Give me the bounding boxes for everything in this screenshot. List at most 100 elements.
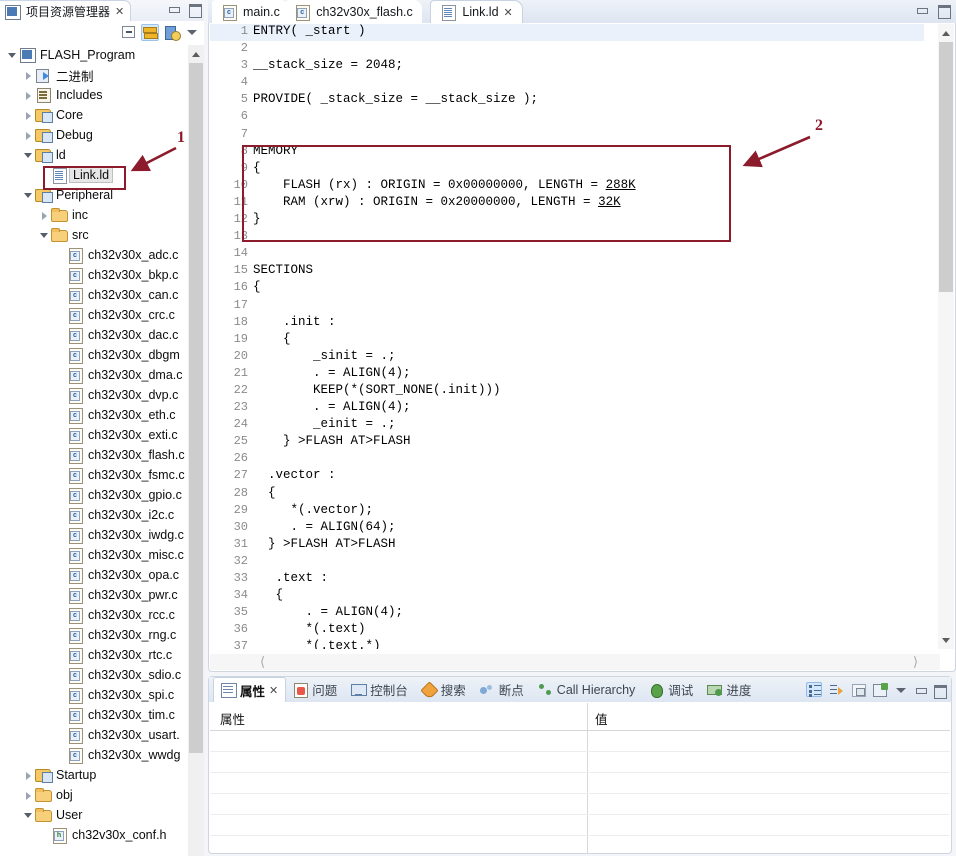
chevron-right-icon[interactable]: [22, 85, 35, 105]
code-line[interactable]: 32: [210, 553, 924, 571]
chevron-down-icon[interactable]: [38, 225, 51, 245]
scroll-thumb[interactable]: [189, 63, 203, 753]
code-line[interactable]: 29 *(.vector);: [210, 502, 924, 520]
code-line[interactable]: 14: [210, 246, 924, 263]
code-line[interactable]: 31 } >FLASH AT>FLASH: [210, 536, 924, 554]
bottom-tab----[interactable]: 控制台: [344, 677, 415, 702]
view-menu-chevron-icon[interactable]: [185, 24, 199, 40]
chevron-down-icon[interactable]: [22, 805, 35, 825]
chevron-right-icon[interactable]: [22, 785, 35, 805]
minimize-icon[interactable]: [167, 3, 180, 15]
tree-item[interactable]: ch32v30x_dvp.c: [0, 385, 204, 405]
tree-item[interactable]: ch32v30x_gpio.c: [0, 485, 204, 505]
tree-item[interactable]: ch32v30x_exti.c: [0, 425, 204, 445]
scroll-up-icon[interactable]: [938, 24, 954, 41]
chevron-right-icon[interactable]: [22, 765, 35, 785]
maximize-icon[interactable]: [933, 684, 947, 699]
editor-vscrollbar[interactable]: [938, 24, 954, 649]
tree-item[interactable]: ch32v30x_misc.c: [0, 545, 204, 565]
properties-table-body[interactable]: [210, 731, 950, 853]
tree-item[interactable]: Debug: [0, 125, 204, 145]
code-line[interactable]: 21 . = ALIGN(4);: [210, 365, 924, 383]
close-icon[interactable]: ✕: [115, 5, 124, 18]
tree-item[interactable]: ch32v30x_dma.c: [0, 365, 204, 385]
code-line[interactable]: 36 *(.text): [210, 622, 924, 639]
scroll-thumb[interactable]: [939, 42, 953, 292]
code-line[interactable]: 37 *(.text.*): [210, 639, 924, 649]
tree-item[interactable]: ch32v30x_spi.c: [0, 685, 204, 705]
table-row[interactable]: [210, 836, 950, 856]
tree-item[interactable]: ch32v30x_fsmc.c: [0, 465, 204, 485]
code-line[interactable]: 24 _einit = .;: [210, 417, 924, 434]
chevron-right-icon[interactable]: [38, 205, 51, 225]
tab-project-explorer[interactable]: 项目资源管理器 ✕: [0, 0, 132, 21]
maximize-icon[interactable]: [188, 3, 202, 18]
bottom-tab---[interactable]: 搜索: [415, 677, 473, 702]
editor-hscrollbar[interactable]: ⟨ ⟩: [210, 654, 940, 670]
code-line[interactable]: 16{: [210, 280, 924, 297]
code-line[interactable]: 5 PROVIDE( _stack_size = __stack_size );: [210, 92, 924, 109]
tree-item[interactable]: obj: [0, 785, 204, 805]
bottom-tab-call-hierarchy[interactable]: Call Hierarchy: [531, 677, 643, 702]
code-line[interactable]: 35 . = ALIGN(4);: [210, 605, 924, 622]
code-line[interactable]: 3 __stack_size = 2048;: [210, 58, 924, 75]
view-menu-icon[interactable]: [163, 24, 181, 41]
tree-item[interactable]: src: [0, 225, 204, 245]
table-row[interactable]: [210, 815, 950, 836]
code-line[interactable]: 4: [210, 75, 924, 92]
scroll-down-icon[interactable]: [938, 632, 954, 649]
scroll-left-icon[interactable]: ⟨: [254, 654, 271, 670]
editor-tab-ch32v30x-flash-c[interactable]: ch32v30x_flash.c: [285, 0, 422, 23]
code-line[interactable]: 19 {: [210, 331, 924, 349]
scroll-up-icon[interactable]: [188, 45, 204, 62]
tree-item[interactable]: ch32v30x_crc.c: [0, 305, 204, 325]
bottom-tab---[interactable]: 调试: [642, 677, 700, 702]
show-categories-icon[interactable]: [806, 682, 822, 697]
minimize-icon[interactable]: [915, 4, 928, 16]
tree-item[interactable]: Includes: [0, 85, 204, 105]
code-line[interactable]: 25 } >FLASH AT>FLASH: [210, 434, 924, 451]
table-row[interactable]: [210, 773, 950, 794]
tree-item[interactable]: inc: [0, 205, 204, 225]
code-line[interactable]: 28 {: [210, 485, 924, 503]
close-icon[interactable]: ✕: [504, 6, 513, 19]
tree-item[interactable]: ch32v30x_eth.c: [0, 405, 204, 425]
tree-item[interactable]: ch32v30x_sdio.c: [0, 665, 204, 685]
tree-item[interactable]: ch32v30x_pwr.c: [0, 585, 204, 605]
chevron-right-icon[interactable]: [22, 125, 35, 145]
tree-item[interactable]: ch32v30x_usart.: [0, 725, 204, 745]
code-line[interactable]: 34 {: [210, 588, 924, 605]
link-with-editor-icon[interactable]: [141, 23, 159, 41]
new-property-icon[interactable]: [872, 682, 888, 697]
tree-item[interactable]: ch32v30x_dac.c: [0, 325, 204, 345]
close-icon[interactable]: ✕: [269, 684, 278, 697]
bottom-tab---[interactable]: 属性 ✕: [213, 677, 287, 702]
table-row[interactable]: [210, 731, 950, 752]
code-line[interactable]: 20 _sinit = .;: [210, 348, 924, 366]
editor-tab-main-c[interactable]: main.c: [212, 0, 289, 23]
code-line[interactable]: 1 ENTRY( _start ): [210, 24, 924, 42]
tree-item[interactable]: ch32v30x_rcc.c: [0, 605, 204, 625]
tree-item[interactable]: ch32v30x_iwdg.c: [0, 525, 204, 545]
code-line[interactable]: 27 .vector :: [210, 468, 924, 485]
chevron-right-icon[interactable]: [22, 65, 35, 85]
tree-item[interactable]: User: [0, 805, 204, 825]
view-menu-icon[interactable]: [894, 683, 908, 697]
bottom-tab---[interactable]: 进度: [700, 677, 758, 702]
code-line[interactable]: 33 .text :: [210, 571, 924, 588]
tree-item[interactable]: Core: [0, 105, 204, 125]
tree-item[interactable]: ch32v30x_i2c.c: [0, 505, 204, 525]
project-explorer-vscrollbar[interactable]: [188, 45, 204, 856]
code-line[interactable]: 17: [210, 297, 924, 315]
code-line[interactable]: 22 KEEP(*(SORT_NONE(.init))): [210, 382, 924, 400]
tree-item[interactable]: ch32v30x_wwdg: [0, 745, 204, 765]
bottom-tab---[interactable]: 断点: [473, 677, 531, 702]
tree-item[interactable]: ch32v30x_dbgm: [0, 345, 204, 365]
maximize-icon[interactable]: [937, 4, 951, 19]
table-row[interactable]: [210, 752, 950, 773]
show-advanced-icon[interactable]: [828, 682, 844, 697]
tree-item[interactable]: ch32v30x_can.c: [0, 285, 204, 305]
tree-item[interactable]: Startup: [0, 765, 204, 785]
minimize-icon[interactable]: [914, 684, 927, 696]
editor-tab-link-ld[interactable]: Link.ld ✕: [430, 0, 523, 23]
